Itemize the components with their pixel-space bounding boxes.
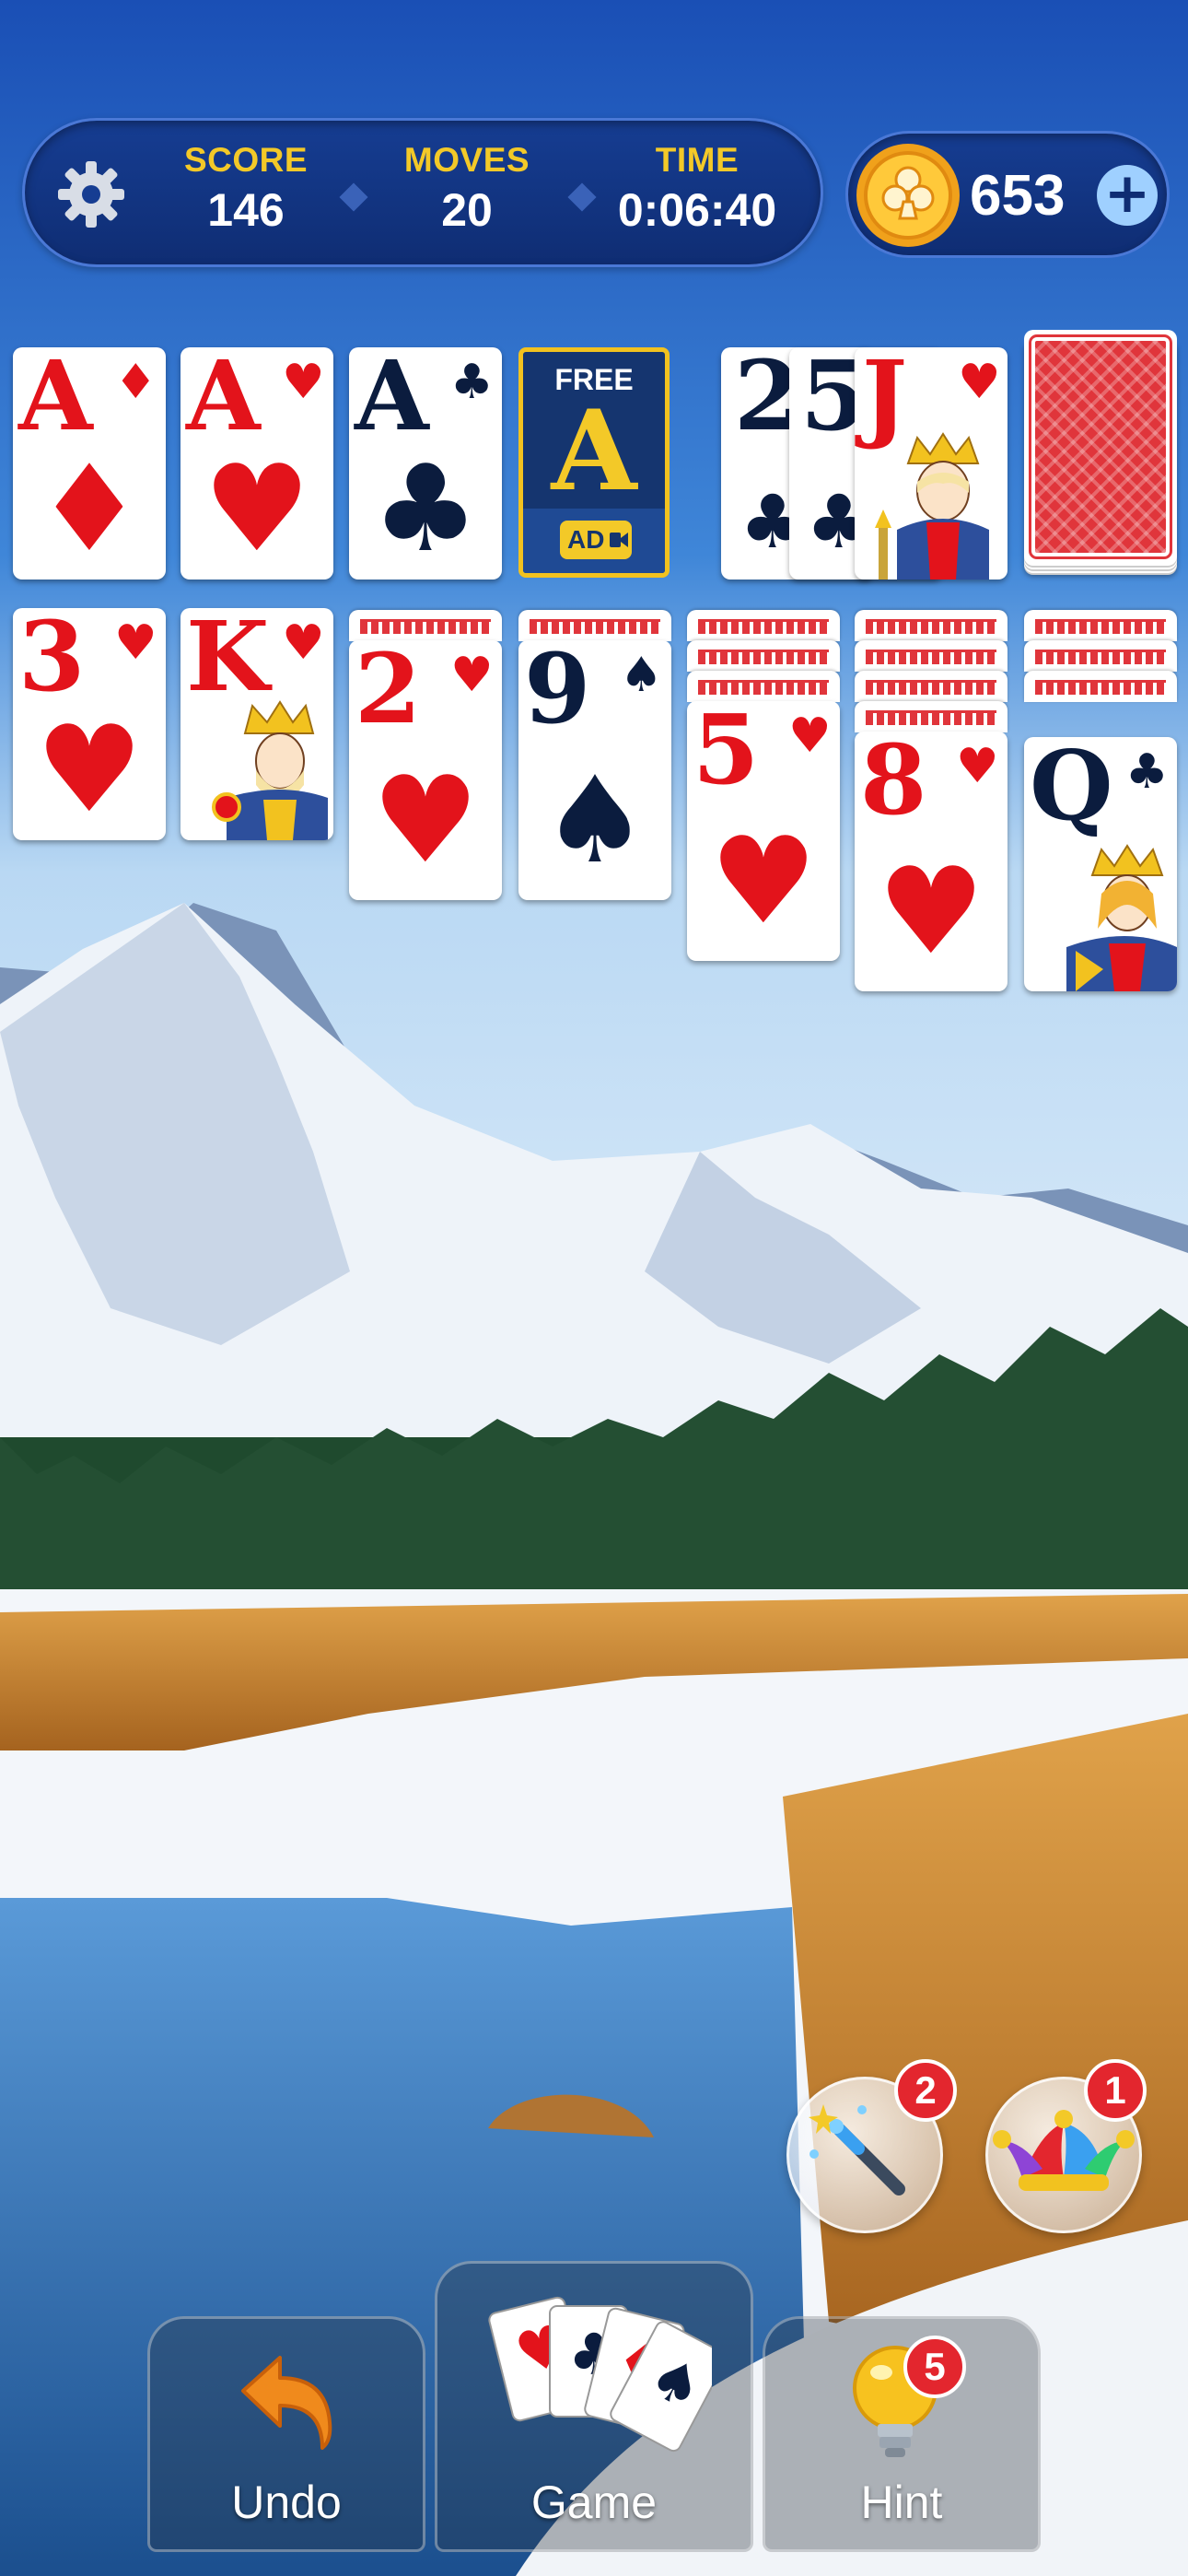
- card-back-pattern: [1029, 334, 1172, 559]
- card-suit-large: ♥: [709, 811, 818, 951]
- stock-pile[interactable]: [1024, 330, 1177, 564]
- face-down-card: [349, 610, 502, 641]
- game-button[interactable]: ♥ ♣ ♦ ♠ Game: [435, 2261, 753, 2552]
- face-down-card: [855, 610, 1007, 641]
- score-stat: SCORE 146: [163, 141, 329, 237]
- tableau-card-2-hearts[interactable]: 2 ♥ ♥: [349, 640, 502, 900]
- club-coin-icon: [856, 144, 960, 247]
- game-label: Game: [530, 2476, 658, 2528]
- face-down-card: [855, 671, 1007, 702]
- hint-button[interactable]: 5 Hint: [763, 2316, 1041, 2552]
- coin-count: 653: [970, 164, 1066, 228]
- card-suit-large: ♦: [35, 439, 144, 579]
- card-suit-small: ♦: [114, 355, 157, 410]
- magic-wand-button[interactable]: 2: [786, 2059, 957, 2233]
- face-down-card: [1024, 671, 1177, 702]
- card-rank: 5: [693, 701, 760, 806]
- face-down-card: [855, 701, 1007, 732]
- face-down-card: [518, 610, 671, 641]
- card-suit-small: ♠: [620, 648, 663, 703]
- card-suit-large: ♥: [371, 750, 480, 890]
- video-camera-icon: [610, 533, 628, 547]
- face-down-card: [855, 640, 1007, 672]
- card-suit-small: ♥: [282, 355, 325, 410]
- tableau-card-5-hearts[interactable]: 5 ♥ ♥: [687, 701, 840, 961]
- card-suit-large: ♠: [541, 750, 649, 890]
- face-down-card: [687, 610, 840, 641]
- playing-cards-icon: ♥ ♣ ♦ ♠: [488, 2296, 712, 2453]
- card-rank: 3: [18, 608, 86, 713]
- card-rank: A: [18, 347, 93, 452]
- face-down-card: [687, 640, 840, 672]
- joker-button[interactable]: 1: [985, 2059, 1147, 2233]
- jack-face-art: [875, 432, 989, 580]
- card-suit-small: ♥: [958, 355, 1001, 410]
- card-rank: A: [186, 347, 261, 452]
- tableau-card-king-hearts[interactable]: K ♥: [181, 608, 333, 840]
- hint-count: 5: [903, 2336, 966, 2398]
- moves-label: MOVES: [403, 141, 530, 179]
- time-stat: TIME 0:06:40: [587, 141, 808, 237]
- divider: [339, 182, 368, 212]
- card-suit-large: ♣: [371, 439, 480, 579]
- card-rank: Q: [1030, 737, 1113, 842]
- undo-button[interactable]: Undo: [147, 2316, 425, 2552]
- undo-label: Undo: [231, 2476, 342, 2528]
- add-coins-button[interactable]: +: [1097, 165, 1158, 226]
- gear-icon[interactable]: [52, 156, 130, 233]
- score-label: SCORE: [183, 141, 309, 179]
- tableau-card-3-hearts[interactable]: 3 ♥ ♥: [13, 608, 166, 840]
- free-ace-ad-button[interactable]: FREE A AD: [518, 347, 670, 578]
- hint-label: Hint: [860, 2476, 943, 2528]
- card-suit-large: ♥: [877, 841, 985, 981]
- card-suit-small: ♣: [1125, 744, 1169, 800]
- foundation-diamonds[interactable]: A ♦ ♦: [13, 347, 166, 580]
- stats-bar: SCORE 146 MOVES 20 TIME 0:06:40: [22, 118, 823, 267]
- card-rank: A: [355, 347, 429, 452]
- card-suit-small: ♥: [788, 708, 832, 764]
- magic-wand-count: 2: [894, 2059, 957, 2122]
- card-rank: 8: [860, 732, 927, 837]
- card-suit-small: ♥: [114, 615, 157, 671]
- card-rank: 9: [524, 640, 591, 745]
- score-value: 146: [207, 184, 285, 236]
- undo-arrow-icon: [241, 2356, 332, 2450]
- foundation-hearts[interactable]: A ♥ ♥: [181, 347, 333, 580]
- time-value: 0:06:40: [617, 184, 777, 236]
- card-suit-small: ♥: [956, 739, 999, 794]
- time-label: TIME: [655, 141, 740, 179]
- queen-face-art: [1066, 844, 1177, 991]
- card-suit-large: ♥: [35, 699, 144, 839]
- face-down-card: [1024, 640, 1177, 672]
- king-face-art: [212, 700, 328, 840]
- card-suit-small: ♣: [450, 355, 494, 410]
- ad-label: AD: [567, 525, 605, 554]
- ad-video-badge: AD: [560, 521, 632, 559]
- joker-count: 1: [1084, 2059, 1147, 2122]
- moves-stat: MOVES 20: [375, 141, 559, 237]
- card-suit-large: ♥: [203, 439, 311, 579]
- ad-band: AD: [523, 509, 665, 573]
- card-rank: 2: [355, 640, 422, 745]
- waste-top-card[interactable]: J ♥: [855, 347, 1007, 580]
- coin-balance: 653 +: [845, 131, 1170, 258]
- face-down-card: [1024, 610, 1177, 641]
- moves-value: 20: [441, 184, 493, 236]
- tableau-card-queen-clubs[interactable]: Q ♣: [1024, 737, 1177, 991]
- face-down-card: [687, 671, 840, 702]
- tableau-card-8-hearts[interactable]: 8 ♥ ♥: [855, 732, 1007, 991]
- card-suit-small: ♥: [450, 648, 494, 703]
- tableau-card-9-spades[interactable]: 9 ♠ ♠: [518, 640, 671, 900]
- free-ace-rank: A: [551, 386, 637, 516]
- foundation-clubs[interactable]: A ♣ ♣: [349, 347, 502, 580]
- card-rank: K: [186, 608, 270, 713]
- card-suit-small: ♥: [282, 615, 325, 671]
